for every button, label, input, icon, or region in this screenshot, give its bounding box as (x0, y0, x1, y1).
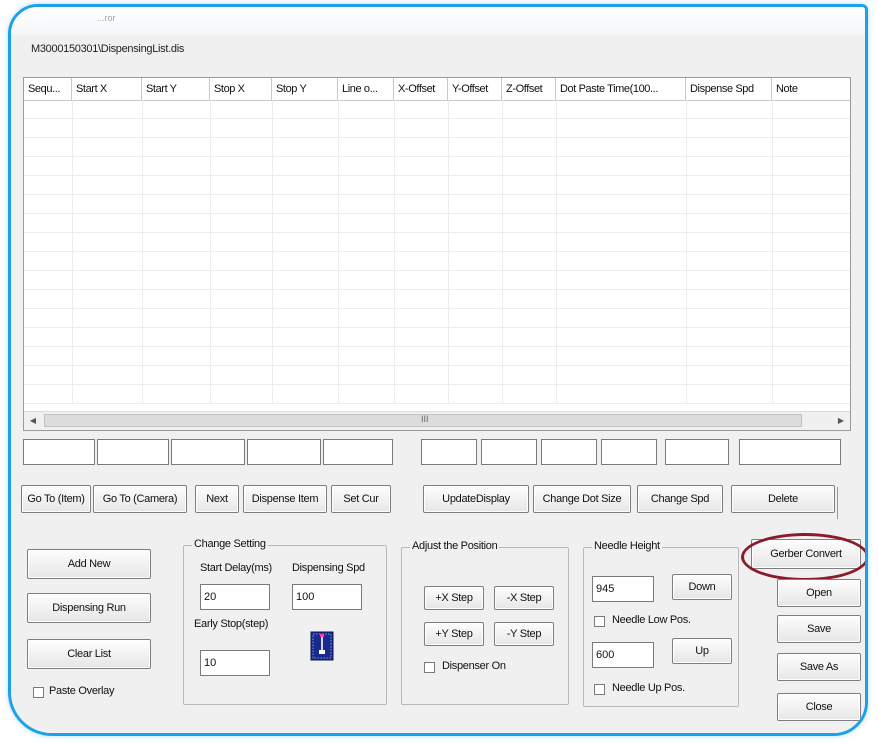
needle-up-pos-checkbox[interactable] (594, 684, 605, 695)
column-header-sequence[interactable]: Sequ... (24, 78, 72, 100)
change-dot-size-button[interactable]: Change Dot Size (533, 485, 631, 513)
dispense-item-button[interactable]: Dispense Item (243, 485, 327, 513)
scroll-grip: III (421, 414, 429, 424)
edit-field-sequence[interactable] (23, 439, 95, 465)
needle-low-pos-checkbox[interactable] (594, 616, 605, 627)
edit-field-y-offset[interactable] (481, 439, 537, 465)
clear-list-button[interactable]: Clear List (27, 639, 151, 669)
grid-divider (686, 100, 687, 404)
update-display-button[interactable]: UpdateDisplay (423, 485, 529, 513)
dispensing-spd-input[interactable] (292, 584, 362, 610)
dispensing-window: ...ror M3000150301\DispensingList.dis Se… (11, 7, 865, 733)
column-header-stop-y[interactable]: Stop Y (272, 78, 338, 100)
set-cur-button[interactable]: Set Cur (331, 485, 391, 513)
next-button[interactable]: Next (195, 485, 239, 513)
column-header-start-x[interactable]: Start X (72, 78, 142, 100)
dispenser-on-checkbox[interactable] (424, 662, 435, 673)
start-delay-label: Start Delay(ms) (200, 562, 272, 574)
needle-height-group: Needle Height Down Needle Low Pos. Up Ne… (583, 540, 739, 707)
needle-up-input[interactable] (592, 642, 654, 668)
needle-low-pos-label: Needle Low Pos. (612, 614, 691, 626)
grid-divider (210, 100, 211, 404)
edit-field-x-offset[interactable] (421, 439, 477, 465)
change-setting-group: Change Setting Start Delay(ms) Dispensin… (183, 538, 387, 705)
close-button[interactable]: Close (777, 693, 861, 721)
edit-field-note[interactable] (739, 439, 841, 465)
column-header-stop-x[interactable]: Stop X (210, 78, 272, 100)
column-header-dot-paste-time[interactable]: Dot Paste Time(100... (556, 78, 686, 100)
grid-rows[interactable] (24, 100, 850, 404)
column-header-x-offset[interactable]: X-Offset (394, 78, 448, 100)
save-button[interactable]: Save (777, 615, 861, 643)
open-button[interactable]: Open (777, 579, 861, 607)
grid-divider (338, 100, 339, 404)
column-header-z-offset[interactable]: Z-Offset (502, 78, 556, 100)
plus-y-step-button[interactable]: +Y Step (424, 622, 484, 646)
grid-divider (394, 100, 395, 404)
scrollbar-thumb[interactable]: III (44, 414, 802, 427)
column-header-dispense-spd[interactable]: Dispense Spd (686, 78, 772, 100)
scroll-left-icon[interactable]: ◀ (24, 412, 42, 430)
needle-down-button[interactable]: Down (672, 574, 732, 600)
delete-button[interactable]: Delete (731, 485, 835, 513)
needle-up-pos-label: Needle Up Pos. (612, 682, 685, 694)
add-new-button[interactable]: Add New (27, 549, 151, 579)
scroll-right-icon[interactable]: ▶ (832, 412, 850, 430)
paste-overlay-label: Paste Overlay (49, 685, 115, 697)
early-stop-label: Early Stop(step) (194, 618, 269, 630)
dispensing-spd-label: Dispensing Spd (292, 562, 365, 574)
dispensing-list-grid[interactable]: Sequ... Start X Start Y Stop X Stop Y Li… (23, 77, 851, 431)
grid-divider (448, 100, 449, 404)
early-stop-input[interactable] (200, 650, 270, 676)
edit-field-start-y[interactable] (171, 439, 245, 465)
grid-header: Sequ... Start X Start Y Stop X Stop Y Li… (24, 78, 850, 101)
minus-x-step-button[interactable]: -X Step (494, 586, 554, 610)
needle-low-input[interactable] (592, 576, 654, 602)
column-header-line[interactable]: Line o... (338, 78, 394, 100)
grid-divider (72, 100, 73, 404)
file-path: M3000150301\DispensingList.dis (31, 43, 185, 55)
column-header-note[interactable]: Note (772, 78, 850, 100)
grid-divider (142, 100, 143, 404)
go-to-camera-button[interactable]: Go To (Camera) (93, 485, 187, 513)
gerber-convert-highlight (741, 533, 865, 581)
minus-y-step-button[interactable]: -Y Step (494, 622, 554, 646)
paste-overlay-checkbox[interactable] (33, 687, 44, 698)
needle-height-title: Needle Height (592, 540, 662, 552)
save-as-button[interactable]: Save As (777, 653, 861, 681)
dispensing-run-button[interactable]: Dispensing Run (27, 593, 151, 623)
needle-up-button[interactable]: Up (672, 638, 732, 664)
column-header-y-offset[interactable]: Y-Offset (448, 78, 502, 100)
grid-divider (772, 100, 773, 404)
edit-field-stop-y[interactable] (323, 439, 393, 465)
edit-field-z-offset[interactable] (541, 439, 597, 465)
edit-field-dot-paste-time[interactable] (601, 439, 657, 465)
separator (837, 487, 838, 519)
title-bar: ...ror (11, 7, 865, 35)
edit-field-stop-x[interactable] (247, 439, 321, 465)
edit-field-start-x[interactable] (97, 439, 169, 465)
horizontal-scrollbar[interactable]: ◀ III ▶ (24, 411, 850, 430)
grid-divider (502, 100, 503, 404)
start-delay-input[interactable] (200, 584, 270, 610)
column-header-start-y[interactable]: Start Y (142, 78, 210, 100)
adjust-position-title: Adjust the Position (410, 540, 500, 552)
edit-field-dispense-spd[interactable] (665, 439, 729, 465)
go-to-item-button[interactable]: Go To (Item) (21, 485, 91, 513)
grid-divider (272, 100, 273, 404)
screenshot-frame: ...ror M3000150301\DispensingList.dis Se… (8, 4, 868, 736)
grid-divider (556, 100, 557, 404)
change-spd-button[interactable]: Change Spd (637, 485, 723, 513)
adjust-position-group: Adjust the Position +X Step -X Step +Y S… (401, 540, 569, 705)
plus-x-step-button[interactable]: +X Step (424, 586, 484, 610)
change-setting-title: Change Setting (192, 538, 268, 550)
window-title: ...ror (97, 13, 116, 23)
chip-icon (310, 630, 334, 662)
dispenser-on-label: Dispenser On (442, 660, 506, 672)
